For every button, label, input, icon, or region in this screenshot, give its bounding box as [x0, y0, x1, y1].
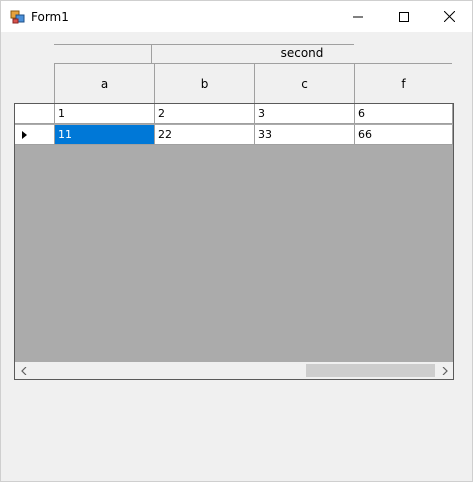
minimize-button[interactable]: [335, 1, 381, 32]
window-title: Form1: [31, 10, 69, 24]
cell-c[interactable]: 3: [255, 104, 355, 124]
chevron-left-icon: [20, 366, 26, 375]
close-button[interactable]: [426, 1, 472, 32]
cell-f[interactable]: 66: [355, 125, 453, 145]
header-mid-line: [54, 63, 452, 64]
close-icon: [443, 11, 455, 22]
maximize-icon: [399, 11, 409, 22]
scroll-thumb[interactable]: [306, 364, 435, 377]
row-header[interactable]: [15, 125, 55, 145]
current-row-arrow-icon: [22, 131, 27, 139]
row-header[interactable]: [15, 104, 55, 124]
scroll-left-button[interactable]: [15, 362, 32, 379]
chevron-right-icon: [442, 366, 448, 375]
horizontal-scrollbar[interactable]: [15, 362, 453, 379]
table-row[interactable]: 11 22 33 66: [15, 125, 453, 146]
cell-a-selected[interactable]: 11: [55, 125, 155, 145]
form-window: Form1 second a b c f 1 2 3 6 11 22 33 66: [0, 0, 473, 482]
maximize-button[interactable]: [381, 1, 427, 32]
title-bar[interactable]: Form1: [1, 1, 472, 32]
cell-b[interactable]: 22: [155, 125, 255, 145]
cell-a[interactable]: 1: [55, 104, 155, 124]
form-app-icon: [10, 10, 25, 24]
data-grid[interactable]: 1 2 3 6 11 22 33 66: [14, 103, 454, 380]
cell-b[interactable]: 2: [155, 104, 255, 124]
column-header-f[interactable]: f: [355, 77, 452, 91]
column-header-b[interactable]: b: [155, 77, 254, 91]
column-header-a[interactable]: a: [55, 77, 154, 91]
header-top-line: [54, 44, 354, 45]
table-row[interactable]: 1 2 3 6: [15, 104, 453, 125]
group-header-second[interactable]: second: [152, 46, 452, 60]
cell-c[interactable]: 33: [255, 125, 355, 145]
scroll-right-button[interactable]: [436, 362, 453, 379]
column-header-c[interactable]: c: [255, 77, 354, 91]
cell-f[interactable]: 6: [355, 104, 453, 124]
minimize-icon: [353, 16, 363, 17]
